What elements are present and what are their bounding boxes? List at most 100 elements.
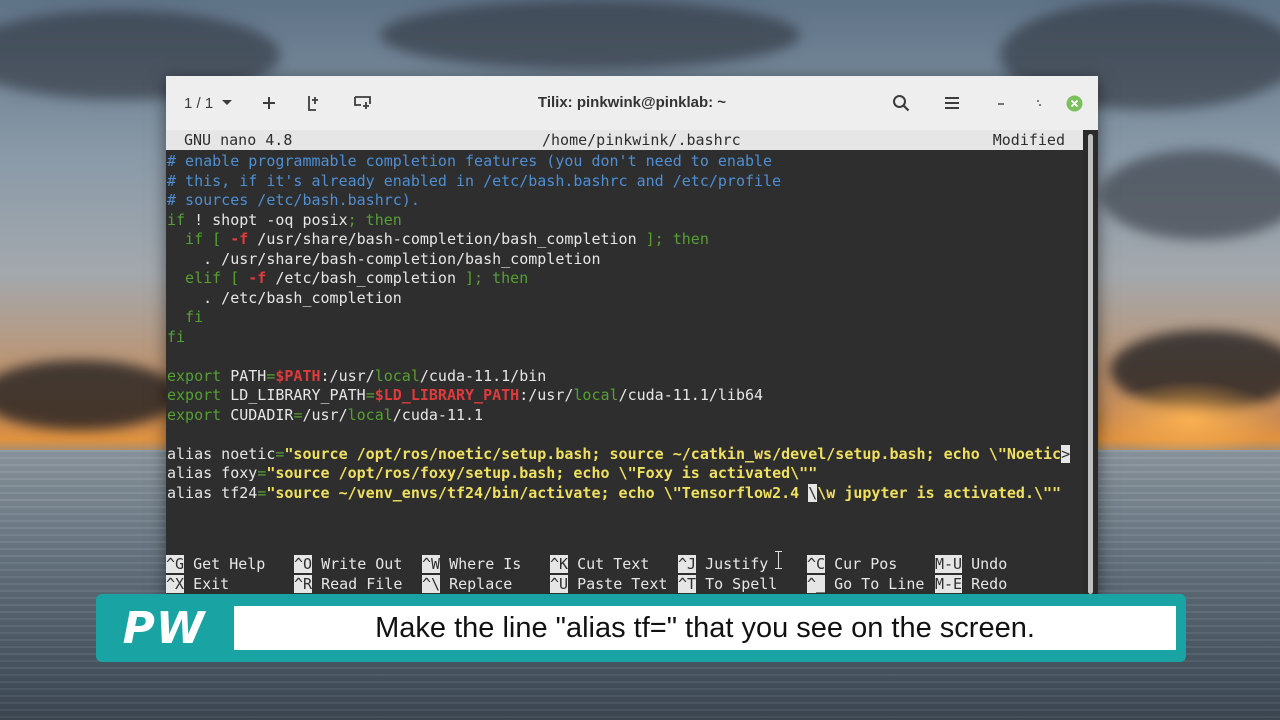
nano-header: GNU nano 4.8 /home/pinkwink/.bashrc Modi…	[166, 130, 1083, 150]
nano-shortcut-bar: ^G Get Help ^O Write Out ^W Where Is ^K Cut…	[166, 554, 1083, 594]
code-token: "source /opt/ros/foxy/setup.bash; echo \…	[266, 464, 818, 482]
code-token: /cuda-11.1/lib64	[618, 386, 764, 404]
code-line: fi	[167, 328, 185, 348]
shortcut-item: ^K Cut Text	[550, 554, 649, 574]
hamburger-menu-icon[interactable]	[942, 76, 962, 130]
code-token: \w jupyter is activated.\""	[817, 483, 1062, 502]
code-token: . /usr/share/bash-completion/bash_comple…	[167, 249, 601, 268]
terminal-area[interactable]: GNU nano 4.8 /home/pinkwink/.bashrc Modi…	[166, 130, 1083, 600]
code-line: alias tf24="source ~/venv_envs/tf24/bin/…	[167, 483, 1062, 504]
close-icon[interactable]	[1064, 76, 1084, 130]
shortcut-item: ^R Read File	[294, 574, 402, 594]
search-icon[interactable]	[890, 76, 912, 130]
shortcut-item: ^J Justify	[678, 554, 768, 574]
code-token: /usr/	[302, 405, 348, 424]
channel-logo: PW	[122, 602, 206, 654]
code-line: # sources /etc/bash.bashrc).	[167, 191, 420, 211]
code-line: elif [ -f /etc/bash_completion ]; then	[167, 269, 528, 289]
split-right-icon[interactable]	[304, 76, 324, 130]
shortcut-label: Justify	[696, 555, 769, 573]
shortcut-key: ^J	[678, 555, 697, 573]
code-line: alias noetic="source /opt/ros/noetic/set…	[167, 444, 1071, 465]
minimize-icon[interactable]	[994, 76, 1008, 130]
shortcut-key: M-U	[935, 555, 963, 573]
shortcut-label: Replace	[440, 575, 513, 593]
code-token: ]; then	[636, 230, 709, 248]
shortcut-item: ^U Paste Text	[550, 574, 667, 594]
chevron-down-icon	[221, 99, 233, 107]
code-token: $PATH	[275, 366, 321, 385]
shortcut-key: ^X	[166, 575, 185, 593]
code-token: ; then	[347, 210, 402, 229]
shortcut-item: M-U Undo	[935, 554, 1007, 574]
code-token: /cuda-11.1/bin	[419, 366, 547, 385]
code-token: "source /opt/ros/noetic/setup.bash; sour…	[284, 444, 1062, 463]
shortcut-key: ^K	[550, 555, 569, 573]
code-token: . /etc/bash_completion	[167, 288, 402, 307]
shortcut-key: ^O	[294, 555, 313, 573]
shortcut-label: Get Help	[184, 555, 266, 573]
code-token: /usr/share/bash-completion/bash_completi…	[248, 230, 637, 248]
shortcut-item: ^X Exit	[166, 574, 229, 594]
code-token: CUDADIR	[221, 405, 294, 424]
code-line: fi	[167, 308, 203, 328]
code-token: fi	[167, 308, 204, 326]
maximize-icon[interactable]	[1032, 76, 1046, 130]
shortcut-key: ^C	[807, 555, 826, 573]
terminal-window: 1 / 1 Tilix: pinkwink@pinklab: ~ GNU nan…	[166, 76, 1098, 600]
code-token: alias noetic	[167, 444, 276, 463]
code-line: alias foxy="source /opt/ros/foxy/setup.b…	[167, 464, 817, 484]
code-token: /cuda-11.1	[392, 405, 484, 424]
code-token: [	[203, 230, 231, 248]
code-token: alias tf24	[167, 483, 258, 502]
code-token: PATH	[221, 366, 267, 385]
scrollbar[interactable]	[1083, 130, 1098, 600]
shortcut-item: ^G Get Help	[166, 554, 265, 574]
code-token: local	[573, 386, 619, 404]
shortcut-key: M-E	[935, 575, 963, 593]
tab-counter[interactable]: 1 / 1	[184, 76, 233, 130]
code-token: [	[221, 269, 249, 287]
scrollbar-thumb[interactable]	[1088, 134, 1093, 594]
add-terminal-icon[interactable]	[260, 76, 278, 130]
shortcut-label: Go To Line	[825, 575, 925, 593]
code-token: "source ~/venv_envs/tf24/bin/activate; e…	[266, 483, 809, 502]
split-down-icon[interactable]	[352, 76, 374, 130]
shortcut-label: Paste Text	[568, 575, 668, 593]
shortcut-key: ^\	[422, 575, 441, 593]
shortcut-item: M-E Redo	[935, 574, 1007, 594]
code-token: if	[167, 230, 204, 248]
code-token: local	[347, 405, 393, 424]
code-token: # sources /etc/bash.bashrc).	[167, 191, 420, 209]
code-line: export LD_LIBRARY_PATH=$LD_LIBRARY_PATH:…	[167, 386, 763, 406]
code-token: $LD_LIBRARY_PATH	[374, 386, 520, 404]
code-token: :/usr/	[320, 366, 375, 385]
code-line: # this, if it's already enabled in /etc/…	[167, 172, 781, 192]
code-token: :/usr/	[519, 386, 574, 404]
code-token: LD_LIBRARY_PATH	[221, 386, 366, 404]
shortcut-label: Redo	[962, 575, 1008, 593]
code-token: export	[167, 366, 222, 385]
code-line: export CUDADIR=/usr/local/cuda-11.1	[167, 406, 483, 426]
code-token: ]; then	[456, 269, 529, 287]
window-titlebar: 1 / 1 Tilix: pinkwink@pinklab: ~	[166, 76, 1098, 131]
shortcut-key: ^W	[422, 555, 441, 573]
shortcut-key: ^T	[678, 575, 697, 593]
shortcut-label: Read File	[312, 575, 403, 593]
code-token: export	[167, 405, 222, 424]
code-token: =	[257, 464, 267, 482]
shortcut-label: Where Is	[440, 555, 522, 573]
code-line: . /usr/share/bash-completion/bash_comple…	[167, 250, 600, 270]
code-token: export	[167, 386, 222, 404]
shortcut-label: Cur Pos	[825, 555, 898, 573]
shortcut-item: ^W Where Is	[422, 554, 521, 574]
code-token: local	[374, 366, 420, 385]
code-token: -f	[230, 230, 249, 248]
shortcut-item: ^C Cur Pos	[807, 554, 897, 574]
code-line: . /etc/bash_completion	[167, 289, 402, 309]
shortcut-key: ^U	[550, 575, 569, 593]
code-token: # this, if it's already enabled in /etc/…	[167, 171, 782, 190]
nano-status: Modified	[992, 131, 1065, 149]
code-token: -f	[248, 269, 267, 287]
tab-counter-label: 1 / 1	[184, 94, 214, 112]
